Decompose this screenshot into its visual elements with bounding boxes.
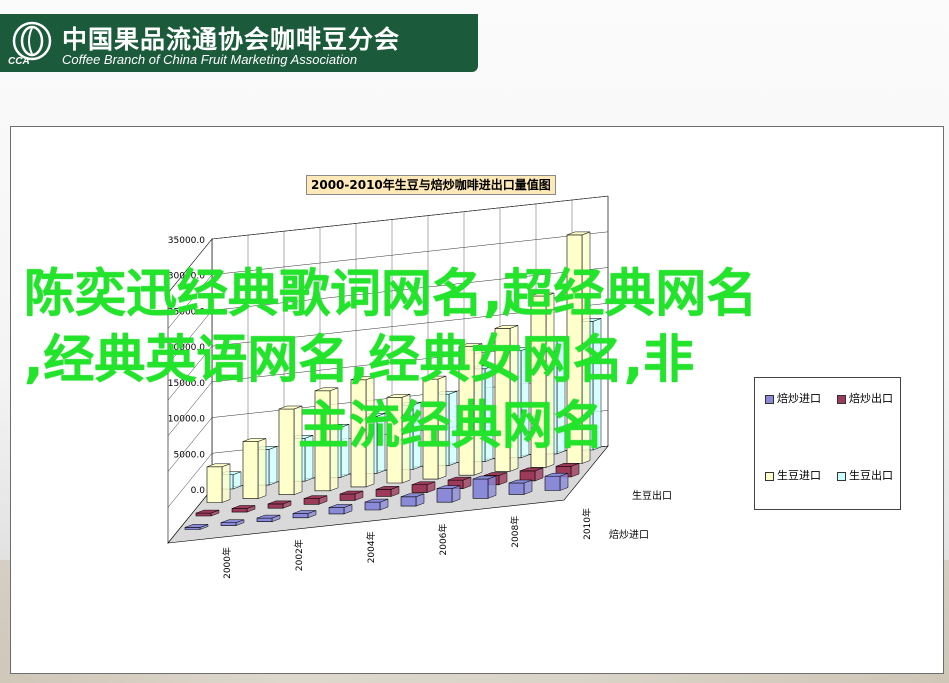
bar-side bbox=[268, 446, 278, 486]
legend-item: 焙炒出口 bbox=[837, 390, 893, 406]
chart-legend: 焙炒进口 焙炒出口生豆进口 生豆出口 bbox=[754, 377, 901, 510]
legend-swatch bbox=[837, 471, 846, 481]
chart-title: 2000-2010年生豆与焙炒咖啡进出口量值图 bbox=[306, 175, 556, 195]
overlay-text-line-2: ,经典英语网名,经典女网名,非 bbox=[24, 331, 695, 390]
legend-swatch bbox=[837, 394, 846, 404]
bar-焙炒进口-2005年 bbox=[364, 501, 381, 511]
bar-生豆进口-2001年 bbox=[242, 441, 259, 499]
x-tick-label: 2008年 bbox=[509, 516, 521, 548]
bar-side bbox=[221, 463, 231, 503]
bar-焙炒进口-2000年 bbox=[184, 527, 201, 530]
bar-焙炒出口-2001年 bbox=[231, 508, 248, 513]
bar-焙炒进口-2009年 bbox=[508, 482, 525, 495]
y-tick-label: 0.0 bbox=[191, 486, 206, 496]
legend-label: 焙炒出口 bbox=[849, 392, 893, 405]
x-tick-label: 2004年 bbox=[365, 531, 377, 563]
bar-焙炒出口-2003年 bbox=[303, 498, 320, 505]
x-tick-label: 2000年 bbox=[221, 547, 233, 579]
legend-label: 焙炒进口 bbox=[777, 392, 821, 405]
legend-swatch bbox=[765, 394, 774, 404]
legend-item: 生豆出口 bbox=[837, 467, 893, 483]
overlay-text-line-3: 主流经典网名 bbox=[298, 397, 605, 456]
bar-焙炒进口-2002年 bbox=[256, 517, 273, 523]
bar-生豆进口-2002年 bbox=[278, 408, 295, 496]
bar-焙炒出口-2009年 bbox=[519, 470, 536, 482]
bar-焙炒进口-2003年 bbox=[292, 513, 309, 519]
bar-焙炒出口-2004年 bbox=[339, 493, 356, 501]
bar-焙炒进口-2007年 bbox=[436, 488, 453, 503]
x-tick-label: 2002年 bbox=[293, 539, 305, 571]
bar-生豆进口-2000年 bbox=[206, 466, 223, 503]
legend-item: 生豆进口 bbox=[765, 467, 821, 483]
y-tick-label: 35000.0 bbox=[168, 236, 205, 246]
bar-side bbox=[257, 438, 267, 499]
bar-焙炒进口-2008年 bbox=[472, 478, 489, 499]
x-tick-label: 2006年 bbox=[437, 524, 449, 556]
bar-side bbox=[487, 475, 497, 499]
legend-label: 生豆出口 bbox=[849, 469, 893, 482]
depth-label: 焙炒进口 bbox=[609, 528, 649, 541]
x-tick-label: 2010年 bbox=[581, 508, 593, 540]
overlay-text-line-1: 陈奕迅经典歌词网名,超经典网名 bbox=[24, 265, 758, 324]
y-tick-label: 10000.0 bbox=[168, 415, 205, 425]
legend-swatch bbox=[765, 471, 774, 481]
bar-焙炒出口-2005年 bbox=[375, 489, 392, 497]
bar-焙炒进口-2006年 bbox=[400, 496, 417, 507]
bar-焙炒进口-2010年 bbox=[544, 475, 561, 491]
bar-焙炒出口-2006年 bbox=[411, 484, 428, 493]
legend-label: 生豆进口 bbox=[777, 469, 821, 482]
bar-焙炒出口-2000年 bbox=[195, 512, 212, 517]
legend-item: 焙炒进口 bbox=[765, 390, 821, 406]
bar-焙炒进口-2001年 bbox=[220, 522, 237, 526]
depth-label: 生豆出口 bbox=[632, 489, 672, 502]
bar-焙炒进口-2004年 bbox=[328, 507, 345, 515]
bar-焙炒出口-2002年 bbox=[267, 503, 284, 509]
